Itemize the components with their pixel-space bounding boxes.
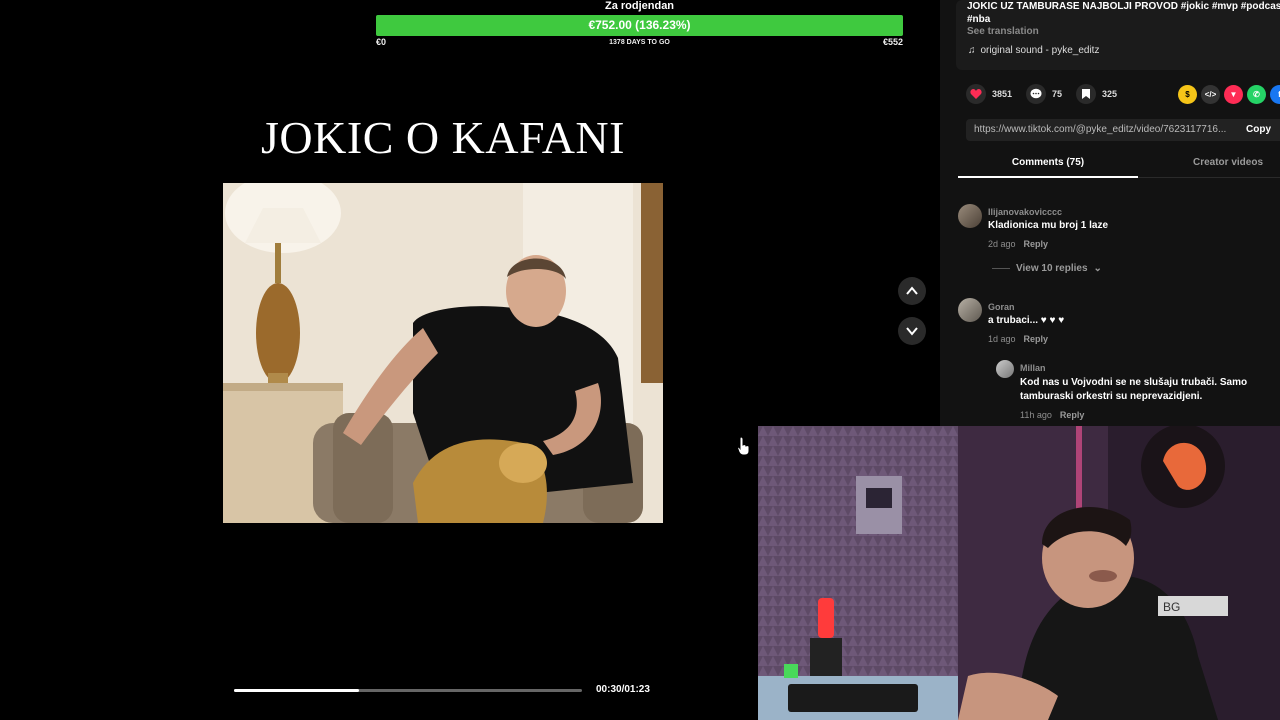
video-link-url[interactable]: https://www.tiktok.com/@pyke_editz/video… [974,119,1242,141]
video-player[interactable]: JOKIC O KAFANI 00:30/01:23 [223,45,663,720]
comment-text: a trubaci... ♥ ♥ ♥ [988,314,1064,328]
comment-icon [1030,88,1042,99]
reply-username[interactable]: Millan [1020,363,1046,373]
music-note-icon: ♫ [968,45,976,56]
video-frame[interactable] [223,183,663,523]
tab-comments[interactable]: Comments (75) [958,150,1138,178]
tab-creator-videos[interactable]: Creator videos [1178,150,1278,178]
see-translation-link[interactable]: See translation [967,26,1039,37]
webcam-overlay: BG [758,426,1280,720]
embed-icon[interactable]: </> [1201,85,1220,104]
video-progress-fill [234,689,360,692]
reply-button[interactable]: Reply [1024,239,1049,249]
facebook-icon[interactable]: f [1270,85,1280,104]
video-scene-image [223,183,663,523]
hand-cursor-icon [737,436,750,456]
avatar[interactable] [996,360,1014,378]
svg-text:BG: BG [1163,600,1180,614]
reply-text-line1: Kod nas u Vojvodni se ne slušaju trubači… [1020,377,1248,388]
save-count: 325 [1102,89,1118,99]
copy-link-button[interactable]: Copy [1246,119,1271,141]
chevron-up-icon [906,286,918,295]
avatar[interactable] [958,298,982,322]
send-icon[interactable]: ▼ [1224,85,1243,104]
reply-text-line2: tamburaski orkestri su neprevazidjeni. [1020,391,1203,402]
comment-button[interactable]: 75 [1026,84,1062,104]
comment-text: Kladionica mu broj 1 laze [988,220,1109,231]
sound-name: original sound - pyke_editz [980,45,1100,56]
webcam-scene-image: BG [758,426,1280,720]
goal-title: Za rodjendan [604,0,675,12]
reply-meta: 11h ago Reply [1020,410,1084,420]
comment-text-body: a trubaci... ♥ ♥ ♥ [988,315,1065,326]
next-video-button[interactable] [898,317,926,345]
comment-time: 1d ago [988,334,1016,344]
goal-progress-bar: €752.00 (136.23%) [376,15,903,36]
bookmark-icon [1082,89,1091,99]
whatsapp-icon[interactable]: ✆ [1247,85,1266,104]
comment-meta: 1d ago Reply [988,334,1048,344]
comment-username[interactable]: Goran [988,302,1015,312]
video-link-box: https://www.tiktok.com/@pyke_editz/video… [966,119,1280,141]
side-panel: JOKIC UZ TAMBURASE NAJBOLJI PROVOD #joki… [940,0,1280,430]
comment-tabs: Comments (75) Creator videos [958,150,1280,178]
previous-video-button[interactable] [898,277,926,305]
comment-time: 2d ago [988,239,1016,249]
avatar[interactable] [958,204,982,228]
like-count: 3851 [992,89,1013,99]
heart-icon [970,89,982,99]
coin-icon[interactable]: $ [1178,85,1197,104]
video-caption: JOKIC O KAFANI [261,112,625,163]
sound-row[interactable]: ♫ original sound - pyke_editz [968,45,1099,56]
goal-max-label: €552 [883,37,904,47]
comment-username[interactable]: Ilijanovakovicccc [988,207,1062,217]
comment-meta: 2d ago Reply [988,239,1048,249]
chevron-down-icon: ⌄ [1093,263,1102,274]
reply-button[interactable]: Reply [1060,410,1085,420]
action-row: 3851 75 325 [966,84,1131,104]
view-replies-label: View 10 replies [1016,263,1088,274]
comment-count: 75 [1052,89,1063,99]
video-progress-slider[interactable] [234,689,582,692]
video-time: 00:30/01:23 [596,684,650,695]
divider [992,268,1010,269]
reply-time: 11h ago [1020,410,1052,420]
reply-button[interactable]: Reply [1024,334,1049,344]
post-description: JOKIC UZ TAMBURASE NAJBOLJI PROVOD #joki… [967,1,1280,25]
goal-amount: €752.00 (136.23%) [588,18,691,32]
save-button[interactable]: 325 [1076,84,1117,104]
share-row: $ </> ▼ ✆ f [1178,85,1280,104]
like-button[interactable]: 3851 [966,84,1012,104]
chevron-down-icon [906,327,918,336]
view-replies-button[interactable]: View 10 replies ⌄ [992,263,1102,274]
